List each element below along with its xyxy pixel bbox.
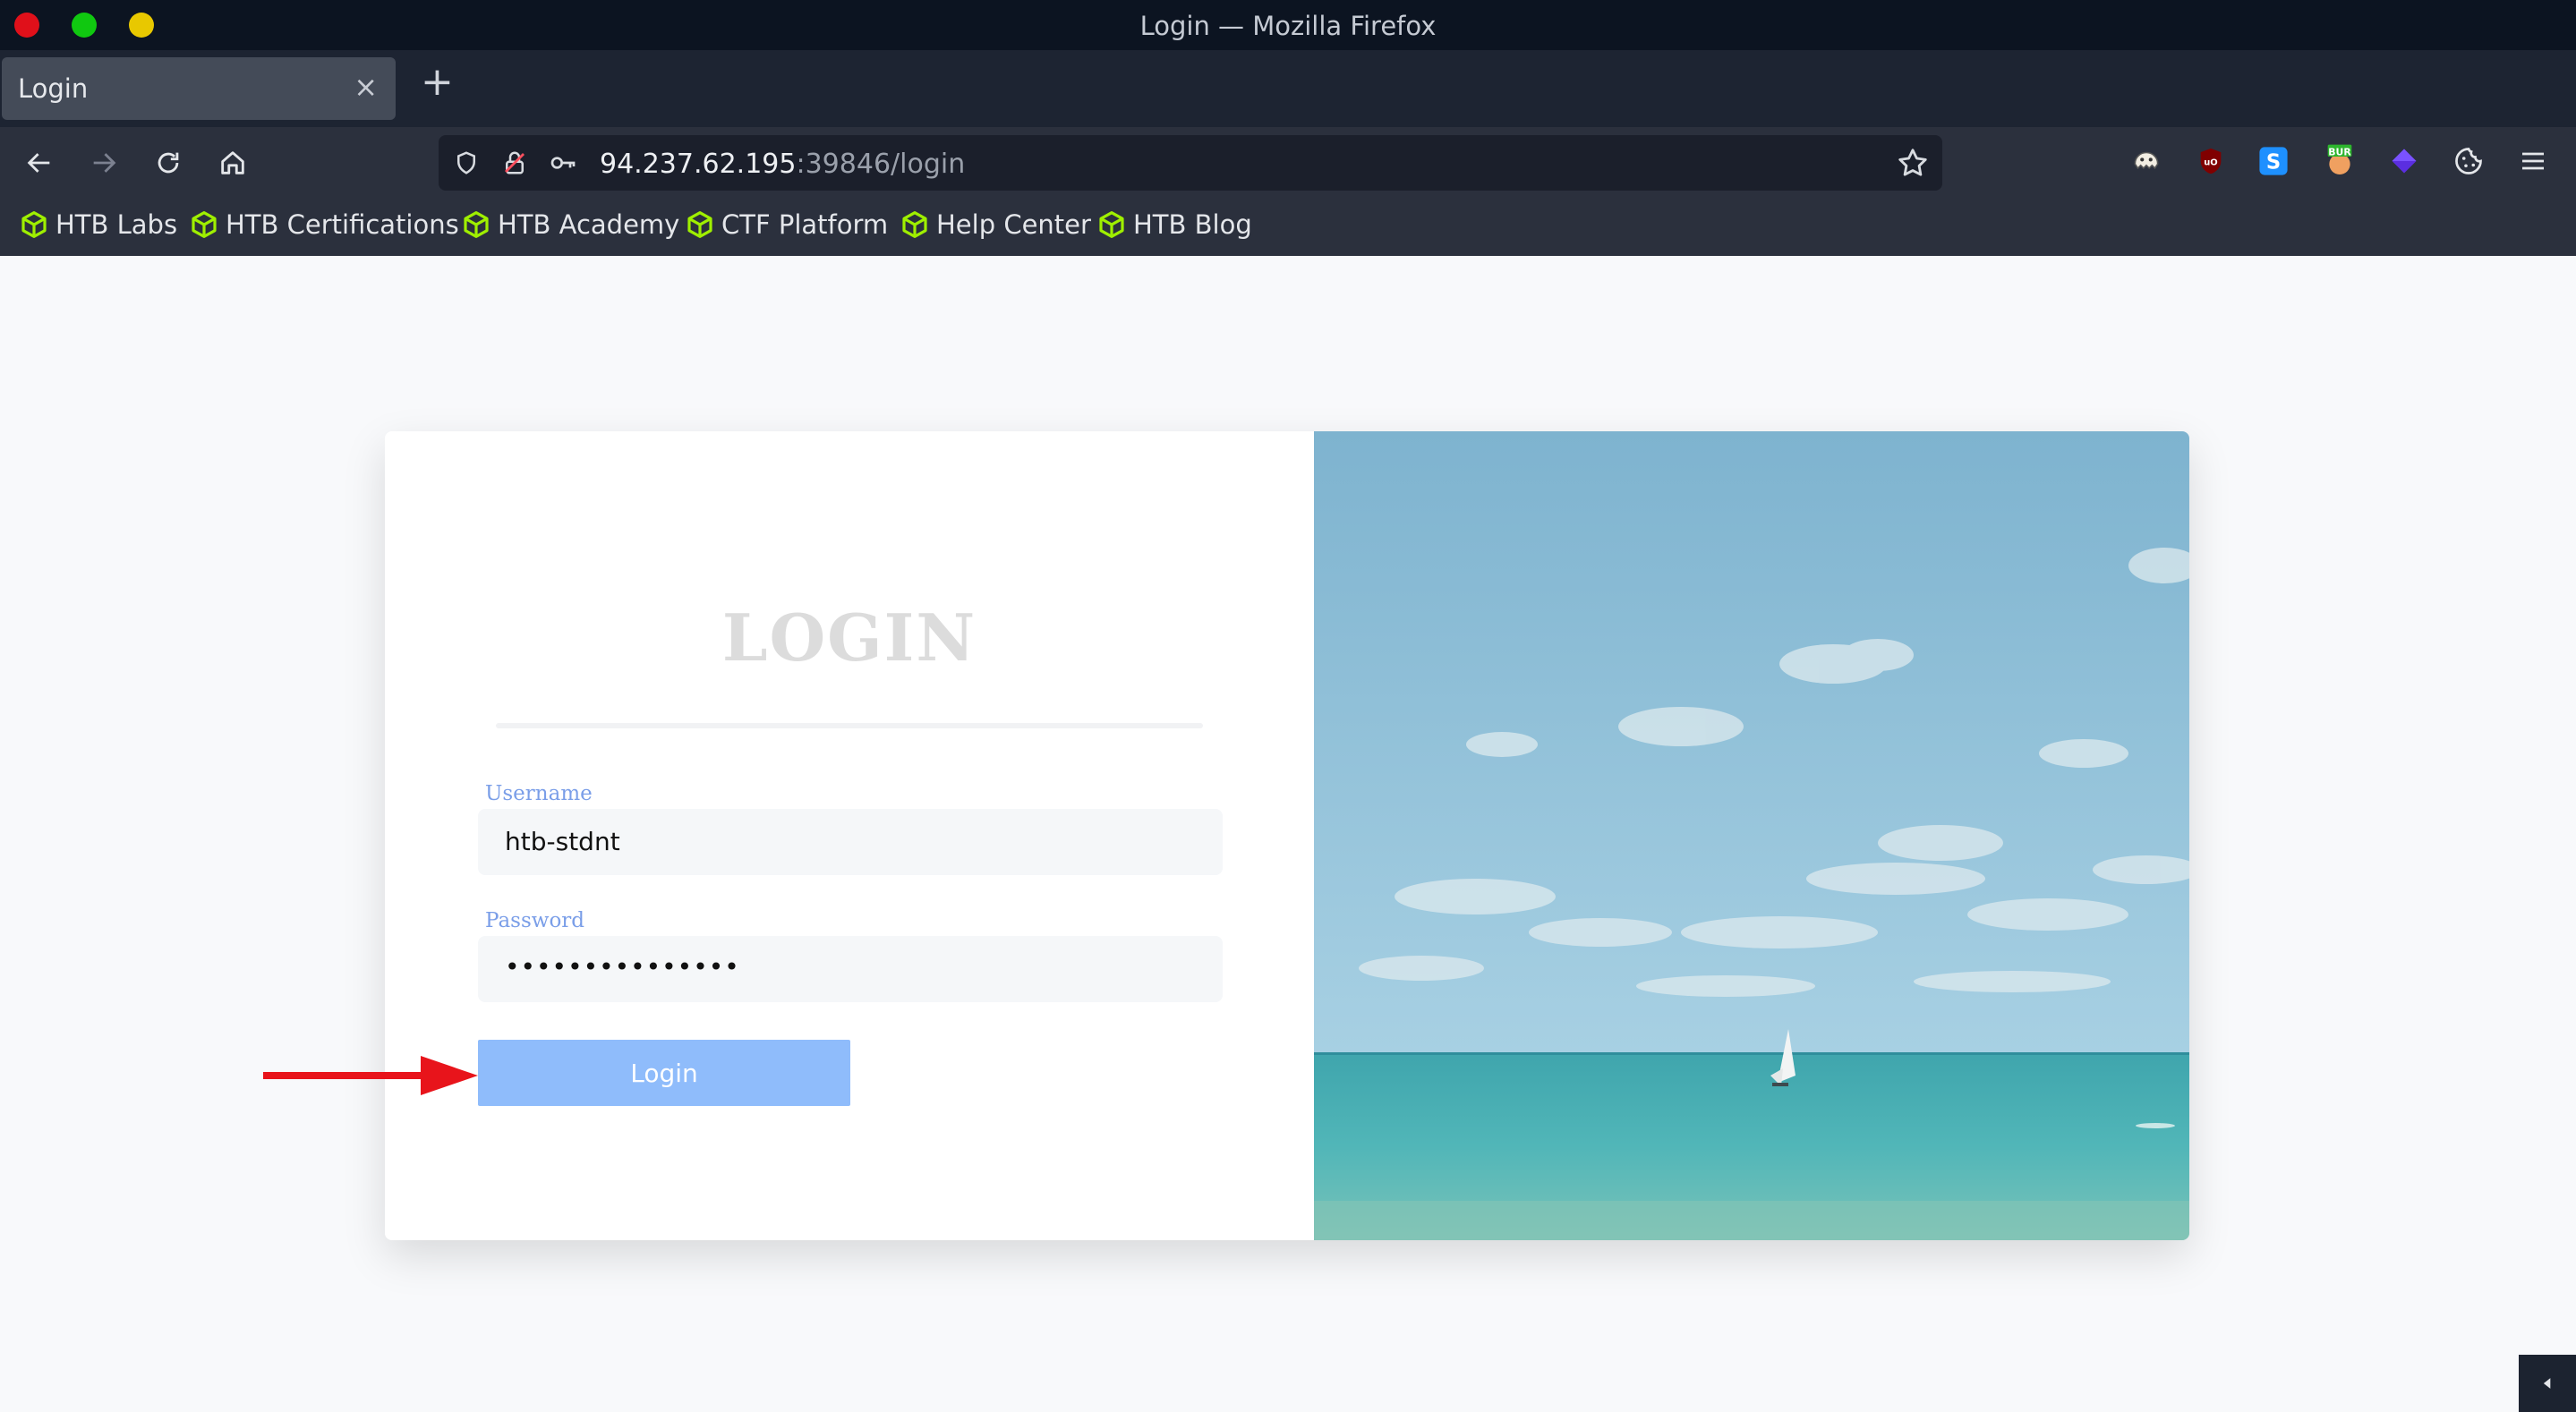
burp-extension-icon[interactable]: BUR <box>2322 143 2358 179</box>
arrow-right-icon <box>93 153 116 173</box>
seascape-image <box>1314 431 2189 1240</box>
tab-close-icon[interactable]: × <box>354 70 378 104</box>
svg-text:S: S <box>2266 151 2281 174</box>
forward-button[interactable] <box>86 145 122 181</box>
home-icon <box>221 151 244 174</box>
ublock-icon[interactable]: uO <box>2193 143 2229 179</box>
svg-text:BUR: BUR <box>2328 146 2351 157</box>
tracking-shield-icon[interactable] <box>451 148 482 178</box>
home-button[interactable] <box>215 145 251 181</box>
annotation-arrow <box>263 1056 478 1095</box>
purple-gem-icon[interactable] <box>2386 143 2422 179</box>
new-tab-button[interactable]: + <box>421 63 454 102</box>
ghost-extension-icon[interactable] <box>2128 143 2164 179</box>
bookmark-ctf-platform[interactable]: CTF Platform <box>686 209 888 240</box>
bookmark-label: HTB Blog <box>1133 209 1252 240</box>
htb-cube-icon <box>687 211 712 238</box>
insecure-lock-icon[interactable] <box>499 148 530 178</box>
url-host: 94.237.62.195 <box>600 149 797 180</box>
tab-login[interactable]: Login × <box>2 57 396 120</box>
window-titlebar: Login — Mozilla Firefox <box>0 0 2576 50</box>
login-card: LOGIN Username htb-stdnt Password ••••••… <box>385 431 2189 1240</box>
bookmark-label: HTB Labs <box>55 209 178 240</box>
tab-bar: Login × + <box>0 50 2576 127</box>
htb-cube-icon <box>1099 211 1124 238</box>
reload-button[interactable] <box>150 145 186 181</box>
url-text[interactable]: 94.237.62.195:39846/login <box>600 149 965 180</box>
reload-icon <box>158 152 179 174</box>
bookmarks-bar: HTB Labs HTB Certifications HTB Academy … <box>0 197 2576 256</box>
cookie-icon[interactable] <box>2451 143 2486 179</box>
bookmark-htb-blog[interactable]: HTB Blog <box>1097 209 1252 240</box>
heading-divider <box>496 723 1203 728</box>
username-input[interactable]: htb-stdnt <box>478 809 1223 875</box>
bookmark-htb-labs[interactable]: HTB Labs <box>20 209 177 240</box>
login-button[interactable]: Login <box>478 1040 850 1106</box>
bookmark-label: Help Center <box>936 209 1091 240</box>
tab-label: Login <box>18 73 89 104</box>
back-button[interactable] <box>21 145 57 181</box>
caret-left-icon <box>2543 1378 2551 1389</box>
password-label: Password <box>485 909 585 932</box>
bookmark-star-icon[interactable] <box>1896 146 1930 180</box>
htb-cube-icon <box>464 211 489 238</box>
bookmark-htb-certifications[interactable]: HTB Certifications <box>190 209 459 240</box>
htb-cube-icon <box>21 211 47 238</box>
bookmark-htb-academy[interactable]: HTB Academy <box>462 209 679 240</box>
username-value: htb-stdnt <box>505 827 620 856</box>
bookmark-help-center[interactable]: Help Center <box>900 209 1091 240</box>
s-extension-icon[interactable]: S <box>2256 143 2291 179</box>
navigation-bar: 94.237.62.195:39846/login uO S BUR <box>0 127 2576 197</box>
password-input[interactable]: ••••••••••••••• <box>478 936 1223 1002</box>
arrow-left-icon <box>27 153 50 173</box>
login-heading: LOGIN <box>721 600 977 676</box>
sidebar-toggle-button[interactable] <box>2519 1355 2576 1412</box>
password-value: ••••••••••••••• <box>505 952 740 982</box>
key-icon[interactable] <box>548 148 578 178</box>
menu-icon[interactable] <box>2515 143 2551 179</box>
htb-cube-icon <box>192 211 217 238</box>
seascape-illustration <box>1314 431 2189 1240</box>
url-bar[interactable]: 94.237.62.195:39846/login <box>439 135 1942 191</box>
bookmark-label: HTB Certifications <box>226 209 459 240</box>
username-label: Username <box>485 782 593 805</box>
bookmark-label: CTF Platform <box>721 209 889 240</box>
htb-cube-icon <box>902 211 927 238</box>
url-path: :39846/login <box>796 149 966 180</box>
login-form: LOGIN Username htb-stdnt Password ••••••… <box>385 431 1314 1240</box>
page-content: LOGIN Username htb-stdnt Password ••••••… <box>0 256 2576 1412</box>
svg-text:uO: uO <box>2204 157 2217 167</box>
window-title: Login — Mozilla Firefox <box>1139 11 1437 41</box>
bookmark-label: HTB Academy <box>498 209 680 240</box>
